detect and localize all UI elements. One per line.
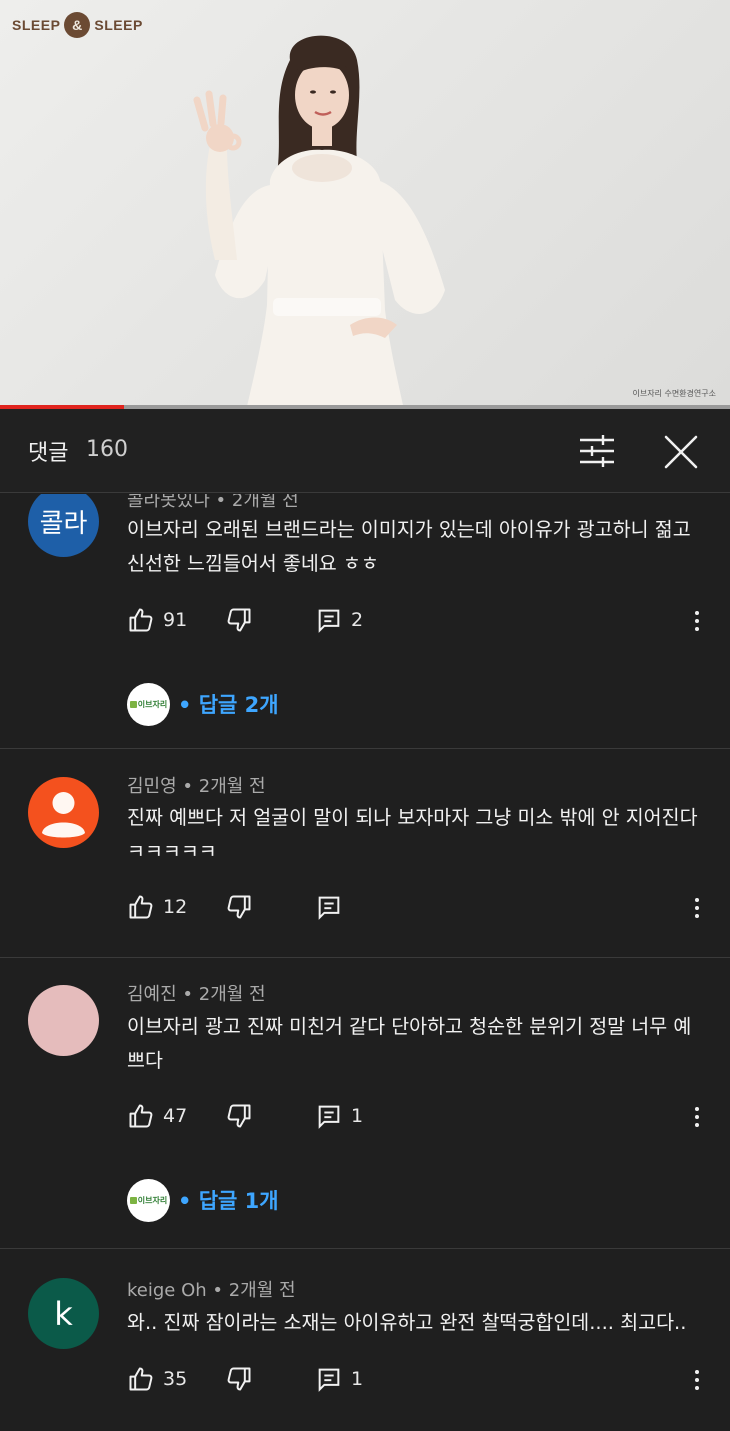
comment-text: 이브자리 오래된 브랜드라는 이미지가 있는데 아이유가 광고하니 젊고 신선한…: [127, 518, 691, 575]
avatar-text: 콜라: [39, 509, 88, 539]
comment-author[interactable]: 김예진: [127, 984, 177, 1005]
close-icon: [664, 435, 698, 469]
reply-button[interactable]: 1: [315, 1365, 363, 1393]
comment-time: 2개월 전: [198, 984, 266, 1005]
reply-avatar-logo: 이브자리: [129, 1195, 167, 1206]
comment-author[interactable]: keige Oh: [127, 1280, 207, 1301]
close-comments-button[interactable]: [662, 433, 700, 471]
watermark-text: 이브자리 수면환경연구소: [632, 389, 716, 398]
avatar[interactable]: 콜라: [28, 494, 99, 557]
avatar[interactable]: [28, 777, 99, 848]
comment-item: 김예진 • 2개월 전 이브자리 광고 진짜 미친거 같다 단아하고 청순한 분…: [0, 958, 730, 1248]
brand-logo-right: SLEEP: [94, 17, 143, 33]
replies-link: • 답글 2개: [178, 693, 279, 717]
comment-text: 와.. 진짜 잠이라는 소재는 아이유하고 완전 찰떡궁합인데.... 최고다.…: [127, 1311, 687, 1334]
reply-avatar: 이브자리: [127, 1178, 170, 1222]
video-player[interactable]: SLEEP & SLEEP 이브자리 수면환경연구소: [0, 0, 730, 409]
comments-header: 댓글 160: [0, 409, 730, 493]
like-button[interactable]: 12: [127, 893, 187, 921]
comment-item: 콜라 콜라봇있다 • 2개월 전 이브자리 오래된 브랜드라는 이미지가 있는데…: [0, 494, 730, 748]
comment-icon: [318, 1105, 340, 1129]
comment-actions: 35 1: [127, 1365, 707, 1395]
comment-icon: [318, 1368, 340, 1392]
comment-time: 2개월 전: [228, 1280, 296, 1301]
view-replies-button[interactable]: 이브자리 • 답글 1개: [127, 1178, 279, 1222]
comment-meta: keige Oh • 2개월 전: [127, 1280, 296, 1301]
brand-logo: SLEEP & SLEEP: [12, 12, 143, 38]
reply-count: 1: [351, 1368, 364, 1390]
more-options-button[interactable]: [689, 1365, 705, 1395]
reply-avatar: 이브자리: [127, 682, 170, 726]
reply-count: 1: [351, 1105, 364, 1127]
thumbs-up-icon: [129, 1367, 153, 1391]
comments-title: 댓글: [28, 441, 69, 466]
dislike-button[interactable]: [225, 1365, 253, 1393]
comment-author[interactable]: 김민영: [127, 776, 177, 797]
comment-actions: 47 1: [127, 1102, 707, 1132]
comment-text: 진짜 예쁘다 저 얼굴이 말이 되나 보자마자 그냥 미소 밖에 안 지어진다 …: [127, 806, 698, 863]
thumbs-down-icon: [227, 1367, 251, 1391]
dislike-button[interactable]: [225, 893, 253, 921]
dislike-button[interactable]: [225, 606, 253, 634]
dislike-button[interactable]: [225, 1102, 253, 1130]
like-count: 12: [163, 896, 188, 918]
comment-actions: 12: [127, 893, 707, 923]
reply-avatar-logo: 이브자리: [129, 699, 167, 710]
thumbs-up-icon: [129, 895, 153, 919]
comment-meta: 김예진 • 2개월 전: [127, 984, 266, 1005]
comment-actions: 91 2: [127, 606, 707, 636]
view-replies-button[interactable]: 이브자리 • 답글 2개: [127, 682, 279, 726]
default-user-icon: [42, 792, 85, 838]
avatar[interactable]: [28, 985, 99, 1056]
comment-meta: 콜라봇있다 • 2개월 전: [127, 494, 299, 512]
comment-list[interactable]: 콜라 콜라봇있다 • 2개월 전 이브자리 오래된 브랜드라는 이미지가 있는데…: [0, 494, 730, 1431]
comment-icon: [318, 609, 340, 633]
comment-time: 2개월 전: [198, 776, 266, 797]
comments-count: 160: [86, 437, 128, 462]
video-frame-person: [193, 35, 445, 409]
sort-filter-button[interactable]: [578, 433, 616, 469]
like-count: 91: [163, 609, 188, 631]
thumbs-down-icon: [227, 1104, 251, 1128]
avatar[interactable]: k: [28, 1278, 99, 1349]
more-options-button[interactable]: [689, 1102, 705, 1132]
reply-button[interactable]: 2: [315, 606, 363, 634]
thumbs-up-icon: [129, 608, 153, 632]
like-button[interactable]: 47: [127, 1102, 187, 1130]
comment-item: k keige Oh • 2개월 전 와.. 진짜 잠이라는 소재는 아이유하고…: [0, 1249, 730, 1431]
reply-button[interactable]: [315, 893, 343, 921]
comment-icon: [318, 896, 340, 920]
replies-link: • 답글 1개: [178, 1189, 279, 1213]
like-button[interactable]: 91: [127, 606, 187, 634]
avatar-text: k: [54, 1294, 73, 1333]
thumbs-down-icon: [227, 608, 251, 632]
thumbs-down-icon: [227, 895, 251, 919]
sliders-icon: [580, 435, 614, 467]
like-count: 47: [163, 1105, 188, 1127]
comment-meta: 김민영 • 2개월 전: [127, 776, 266, 797]
like-count: 35: [163, 1368, 188, 1390]
brand-logo-left: SLEEP: [12, 17, 61, 33]
brand-logo-amp: &: [64, 12, 91, 38]
comment-text: 이브자리 광고 진짜 미친거 같다 단아하고 청순한 분위기 정말 너무 예쁘다: [127, 1015, 692, 1072]
comment-author[interactable]: 콜라봇있다: [127, 494, 210, 511]
comment-item: 김민영 • 2개월 전 진짜 예쁘다 저 얼굴이 말이 되나 보자마자 그냥 미…: [0, 749, 730, 957]
like-button[interactable]: 35: [127, 1365, 187, 1393]
comment-time: 2개월 전: [231, 494, 299, 511]
reply-button[interactable]: 1: [315, 1102, 363, 1130]
more-options-button[interactable]: [689, 893, 705, 923]
more-options-button[interactable]: [689, 606, 705, 636]
reply-count: 2: [351, 609, 364, 631]
thumbs-up-icon: [129, 1104, 153, 1128]
